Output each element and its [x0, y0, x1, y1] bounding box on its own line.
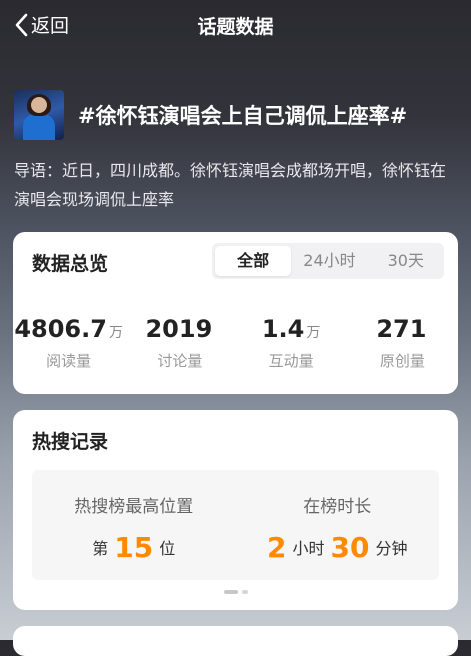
stat-interactions-value: 1.4 — [261, 315, 305, 343]
topic-header: #徐怀钰演唱会上自己调侃上座率# — [14, 90, 461, 140]
back-label: 返回 — [31, 15, 70, 37]
stat-interactions: 1.4 万 互动量 — [236, 314, 347, 371]
tab-30d[interactable]: 30天 — [368, 246, 444, 276]
pager-dot-active — [223, 590, 238, 594]
duration-minutes-unit: 分钟 — [375, 539, 408, 558]
on-list-duration: 在榜时长 2 小时 30 分钟 — [236, 470, 440, 580]
duration-hours: 2 — [267, 531, 287, 564]
stat-reads: 4806.7 万 阅读量 — [13, 314, 124, 371]
overview-title: 数据总览 — [32, 253, 109, 275]
time-range-tabs: 全部 24小时 30天 — [212, 243, 444, 279]
duration-label: 在榜时长 — [303, 497, 372, 517]
stat-originals: 271 原创量 — [347, 314, 458, 371]
tab-all[interactable]: 全部 — [215, 246, 292, 276]
tab-24h[interactable]: 24小时 — [291, 246, 367, 276]
duration-minutes: 30 — [330, 531, 370, 564]
stat-originals-value: 271 — [376, 315, 427, 343]
peak-position-label: 热搜榜最高位置 — [74, 497, 194, 517]
nav-bar: 返回 话题数据 — [0, 0, 471, 50]
topic-lead: 导语：近日，四川成都。徐怀钰演唱会成都场开唱，徐怀钰在演唱会现场调侃上座率 — [14, 161, 447, 209]
topic-avatar-image — [14, 90, 64, 140]
next-card — [13, 626, 458, 656]
stat-interactions-unit: 万 — [306, 325, 321, 341]
page-title: 话题数据 — [197, 15, 274, 38]
stat-discussions-label: 讨论量 — [157, 352, 203, 370]
overview-card: 数据总览 全部 24小时 30天 4806.7 万 阅读量 2019 讨论量 1.… — [13, 232, 458, 394]
hot-search-title: 热搜记录 — [32, 431, 109, 453]
topic-title: #徐怀钰演唱会上自己调侃上座率# — [78, 104, 408, 128]
stat-discussions: 2019 讨论量 — [124, 314, 235, 371]
stats-row: 4806.7 万 阅读量 2019 讨论量 1.4 万 互动量 271 原创量 — [13, 314, 458, 371]
pager-dots — [13, 590, 458, 594]
stat-originals-label: 原创量 — [379, 352, 425, 370]
stat-interactions-label: 互动量 — [268, 352, 314, 370]
back-button[interactable]: 返回 — [14, 11, 69, 38]
peak-position: 热搜榜最高位置 第 15 位 — [32, 470, 236, 580]
chevron-left-icon — [15, 13, 28, 36]
hot-search-card: 热搜记录 热搜榜最高位置 第 15 位 在榜时长 2 小时 30 分钟 — [13, 410, 458, 610]
stat-discussions-value: 2019 — [145, 315, 213, 343]
hot-search-panel[interactable]: 热搜榜最高位置 第 15 位 在榜时长 2 小时 30 分钟 — [32, 470, 439, 580]
peak-value: 15 — [114, 531, 154, 564]
peak-prefix: 第 — [92, 539, 109, 558]
pager-dot — [241, 590, 248, 594]
peak-suffix: 位 — [159, 539, 176, 558]
stat-reads-label: 阅读量 — [46, 352, 92, 370]
duration-hours-unit: 小时 — [292, 539, 325, 558]
stat-reads-unit: 万 — [108, 325, 123, 341]
stat-reads-value: 4806.7 — [14, 315, 107, 343]
